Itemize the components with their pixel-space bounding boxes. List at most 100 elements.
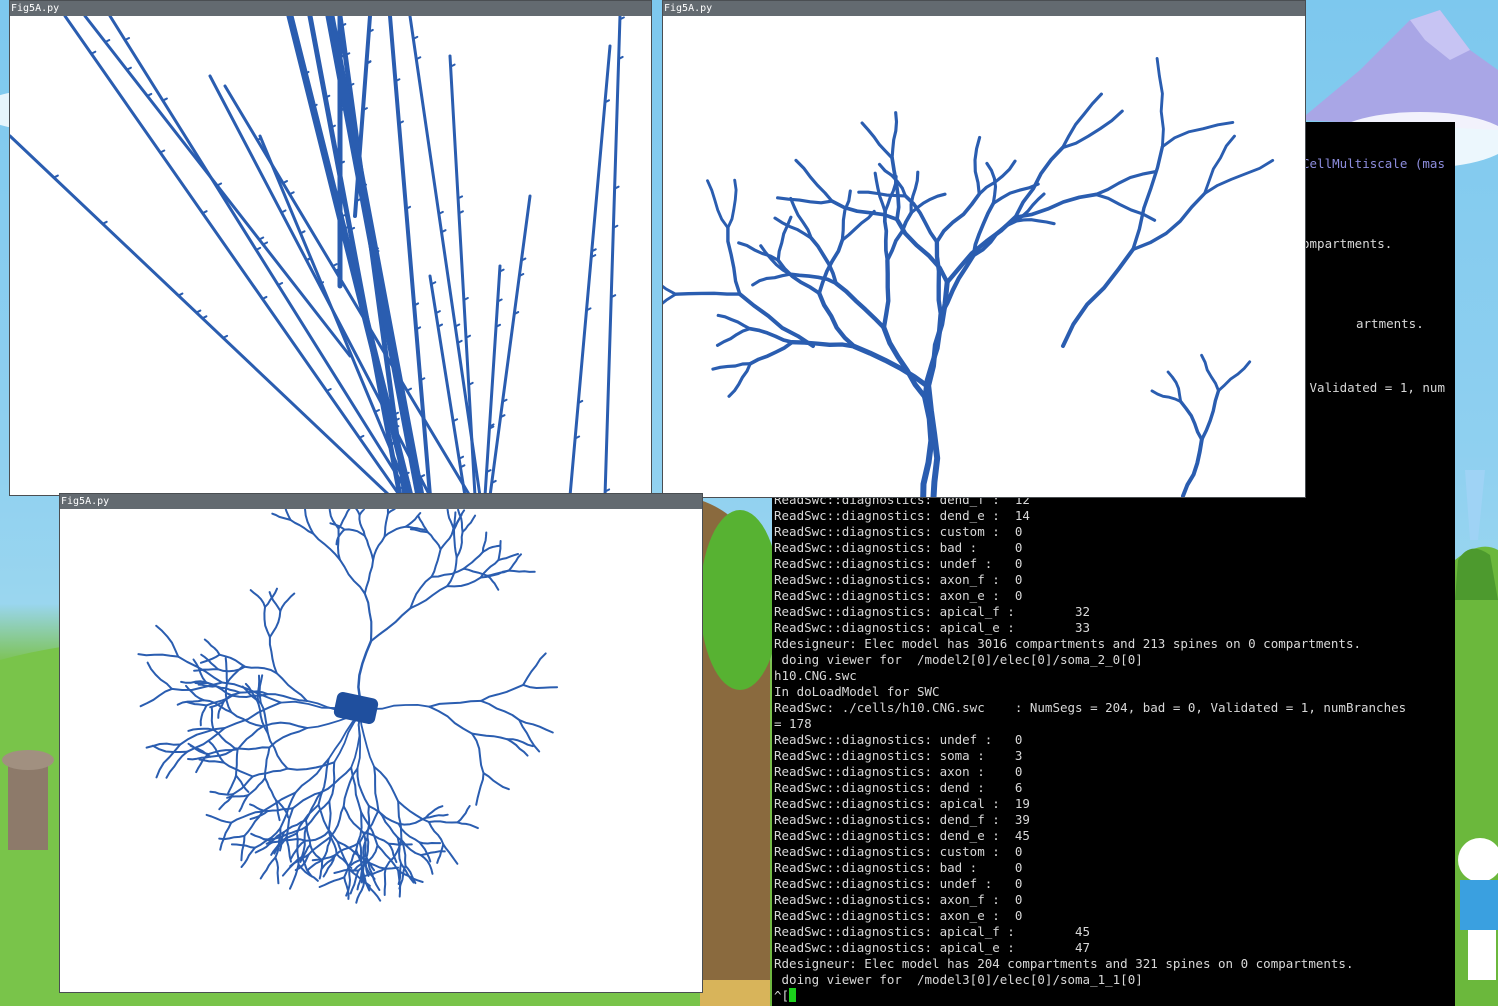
neuron-3d-viewport[interactable] [663, 16, 1305, 497]
terminal-line: ReadSwc::diagnostics: apical_f : 45 [774, 924, 1091, 939]
dendrite-branch [430, 567, 465, 578]
terminal-line: ReadSwc::diagnostics: apical : 19 [774, 796, 1030, 811]
dendrite-branch [737, 241, 780, 262]
dendrite-branch [482, 772, 510, 791]
dendrite-branch [442, 843, 459, 865]
dendrite-branch [279, 592, 296, 612]
dendrite-branch [338, 558, 366, 595]
neuron-3d-viewport[interactable] [10, 16, 651, 495]
dendrite-branch [155, 624, 180, 658]
terminal-line: ReadSwc::diagnostics: apical_e : 47 [774, 940, 1091, 955]
dendrite-branch [726, 178, 738, 230]
neuron-3d-viewport[interactable] [60, 509, 702, 992]
dendrite-branch [369, 704, 431, 710]
dendrite-branch [268, 727, 308, 749]
dendrite-branch [358, 509, 366, 516]
dendrite-branch [383, 525, 407, 538]
terminal-line: ReadSwc::diagnostics: dend_e : 14 [774, 508, 1030, 523]
dendrite-branch [481, 531, 488, 553]
dendrite-branch [187, 755, 212, 761]
terminal-partial-line: Validated = 1, num [1302, 380, 1445, 395]
spine [104, 39, 111, 44]
dendrite-branch [751, 272, 792, 287]
dendrite-branch [186, 701, 208, 707]
terminal-line: ReadSwc::diagnostics: soma : 3 [774, 748, 1023, 763]
terminal-partial-line: ompartments. [1302, 236, 1393, 251]
terminal-prompt[interactable]: ^[ [774, 988, 797, 1004]
dendrite-branch [428, 705, 474, 735]
viewer-window-bottom-left[interactable]: Fig5A.py [59, 493, 703, 993]
viewer-window-top-right[interactable]: Fig5A.py [662, 0, 1306, 498]
dendrite-branch [210, 705, 215, 731]
dendrite-branch [337, 527, 341, 561]
dendrite-branch [373, 765, 380, 812]
dendrite-branch [235, 748, 239, 777]
dendrite-branch [1131, 145, 1165, 252]
dendrite-branch [418, 841, 442, 845]
terminal-line: In doLoadModel for SWC [774, 684, 940, 699]
dendrite-branch [890, 111, 899, 160]
dendrite-branch [1181, 437, 1204, 497]
dendrite-branch [219, 821, 233, 851]
terminal-line: ReadSwc::diagnostics: axon_f : 0 [774, 572, 1023, 587]
dendrite-branch [903, 194, 939, 244]
dendrite-branch [249, 589, 266, 608]
dendrite-branch [522, 652, 547, 686]
dendrite-shaft [325, 16, 425, 495]
dendrite-branch [1217, 360, 1252, 393]
window-title[interactable]: Fig5A.py [60, 494, 702, 509]
dendrite-branch [726, 226, 742, 296]
terminal-line: Rdesigneur: Elec model has 3016 compartm… [774, 636, 1361, 651]
terminal-line: ReadSwc::diagnostics: undef : 0 [774, 876, 1023, 891]
dendrite-branch [274, 856, 280, 885]
spine [222, 334, 229, 339]
dendrite-branch [973, 135, 982, 196]
dendrite-branch [1179, 399, 1204, 442]
viewer-window-top-left[interactable]: Fig5A.py [9, 0, 652, 496]
dendrite-branch [218, 653, 246, 668]
dendrite-branch [446, 556, 458, 588]
dendrite-branch [881, 258, 891, 330]
terminal-line: ReadSwc::diagnostics: dend_e : 45 [774, 828, 1030, 843]
dendrite-branch [776, 196, 834, 205]
terminal-line: Rdesigneur: Elec model has 204 compartme… [774, 956, 1354, 971]
dendrite-branch [426, 531, 442, 551]
dendrite-branch [357, 639, 373, 701]
dendrite-branch [259, 856, 277, 880]
dendrite-branch [1155, 56, 1165, 149]
dendrite-branch [199, 704, 208, 727]
dendrite-branch [240, 834, 246, 862]
terminal-line: h10.CNG.swc [774, 668, 857, 683]
dendrite-branch [145, 742, 182, 749]
dendrite-branch [882, 209, 890, 263]
dendrite-branch [327, 800, 332, 833]
window-title[interactable]: Fig5A.py [663, 1, 1305, 16]
dendrite-branch [453, 528, 458, 559]
dendrite-branch [318, 876, 346, 888]
dendrite-branch [1160, 120, 1235, 149]
spine [125, 66, 132, 71]
terminal-partial-line: CellMultiscale (mas [1302, 156, 1445, 171]
terminal-line: ReadSwc::diagnostics: custom : 0 [774, 524, 1023, 539]
dendrite-shaft [568, 44, 612, 495]
terminal-line: ReadSwc::diagnostics: apical_f : 32 [774, 604, 1091, 619]
dendrite-branch [179, 727, 226, 746]
dendrite-branch [427, 820, 459, 824]
dendrite-branch [428, 699, 483, 708]
dendrite-branch [419, 854, 434, 875]
window-title[interactable]: Fig5A.py [10, 1, 651, 16]
dendrite-branch [817, 291, 857, 349]
dendrite-branch [456, 821, 479, 830]
dendrite-branch [397, 816, 427, 826]
dendrite-branch [243, 665, 278, 675]
dendrite-branch [268, 636, 278, 675]
terminal-line: ReadSwc::diagnostics: apical_e : 33 [774, 620, 1091, 635]
dendrite-branch [446, 509, 455, 531]
dendrite-branch [193, 668, 219, 672]
dendrite-branch [977, 159, 1017, 196]
dendrite-branch [387, 509, 397, 515]
dendrite-branch [480, 699, 521, 721]
dendrite-branch [203, 638, 221, 656]
dendrite-branch [373, 765, 400, 803]
dendrite-shaft [483, 264, 502, 495]
